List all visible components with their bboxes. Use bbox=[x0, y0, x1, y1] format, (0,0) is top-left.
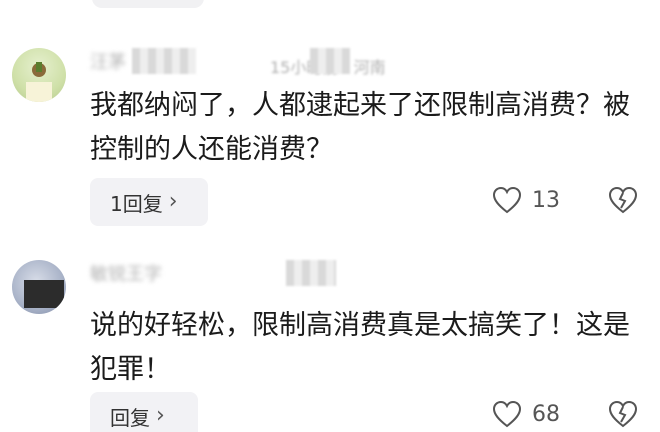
censor-block bbox=[132, 48, 196, 74]
censor-block bbox=[310, 48, 350, 74]
comment-text: 说的好轻松，限制高消费真是太搞笑了！这是犯罪！ bbox=[90, 310, 630, 385]
chevron-right-icon: › bbox=[168, 189, 178, 214]
like-button[interactable]: 68 bbox=[492, 400, 560, 428]
broken-heart-icon[interactable] bbox=[608, 400, 638, 428]
avatar-image bbox=[24, 280, 64, 308]
reply-label: 1回复 bbox=[110, 191, 163, 216]
broken-heart-icon[interactable] bbox=[608, 186, 638, 214]
comment-list: 汪茅 15小时前 · 河南 我都纳闷了，人都逮起来了还限制高消费？被控制的人还能… bbox=[0, 0, 660, 432]
heart-outline-icon bbox=[492, 186, 522, 214]
user-avatar[interactable] bbox=[12, 260, 66, 314]
username[interactable]: 敏锐王字 bbox=[90, 260, 162, 286]
chevron-right-icon: › bbox=[156, 403, 165, 428]
reply-button[interactable]: 1回复 › bbox=[90, 178, 208, 226]
username[interactable]: 汪茅 bbox=[90, 48, 126, 74]
avatar-image bbox=[26, 62, 52, 102]
censor-block bbox=[286, 260, 336, 286]
user-avatar[interactable] bbox=[12, 48, 66, 102]
reply-button[interactable]: 回复 › bbox=[90, 392, 198, 432]
like-count: 13 bbox=[532, 187, 560, 213]
heart-outline-icon bbox=[492, 400, 522, 428]
comment-text: 我都纳闷了，人都逮起来了还限制高消费？被控制的人还能消费？ bbox=[90, 90, 630, 165]
reply-label: 回复 bbox=[110, 405, 150, 430]
previous-reply-button[interactable] bbox=[92, 0, 204, 8]
like-button[interactable]: 13 bbox=[492, 186, 560, 214]
like-count: 68 bbox=[532, 401, 560, 427]
